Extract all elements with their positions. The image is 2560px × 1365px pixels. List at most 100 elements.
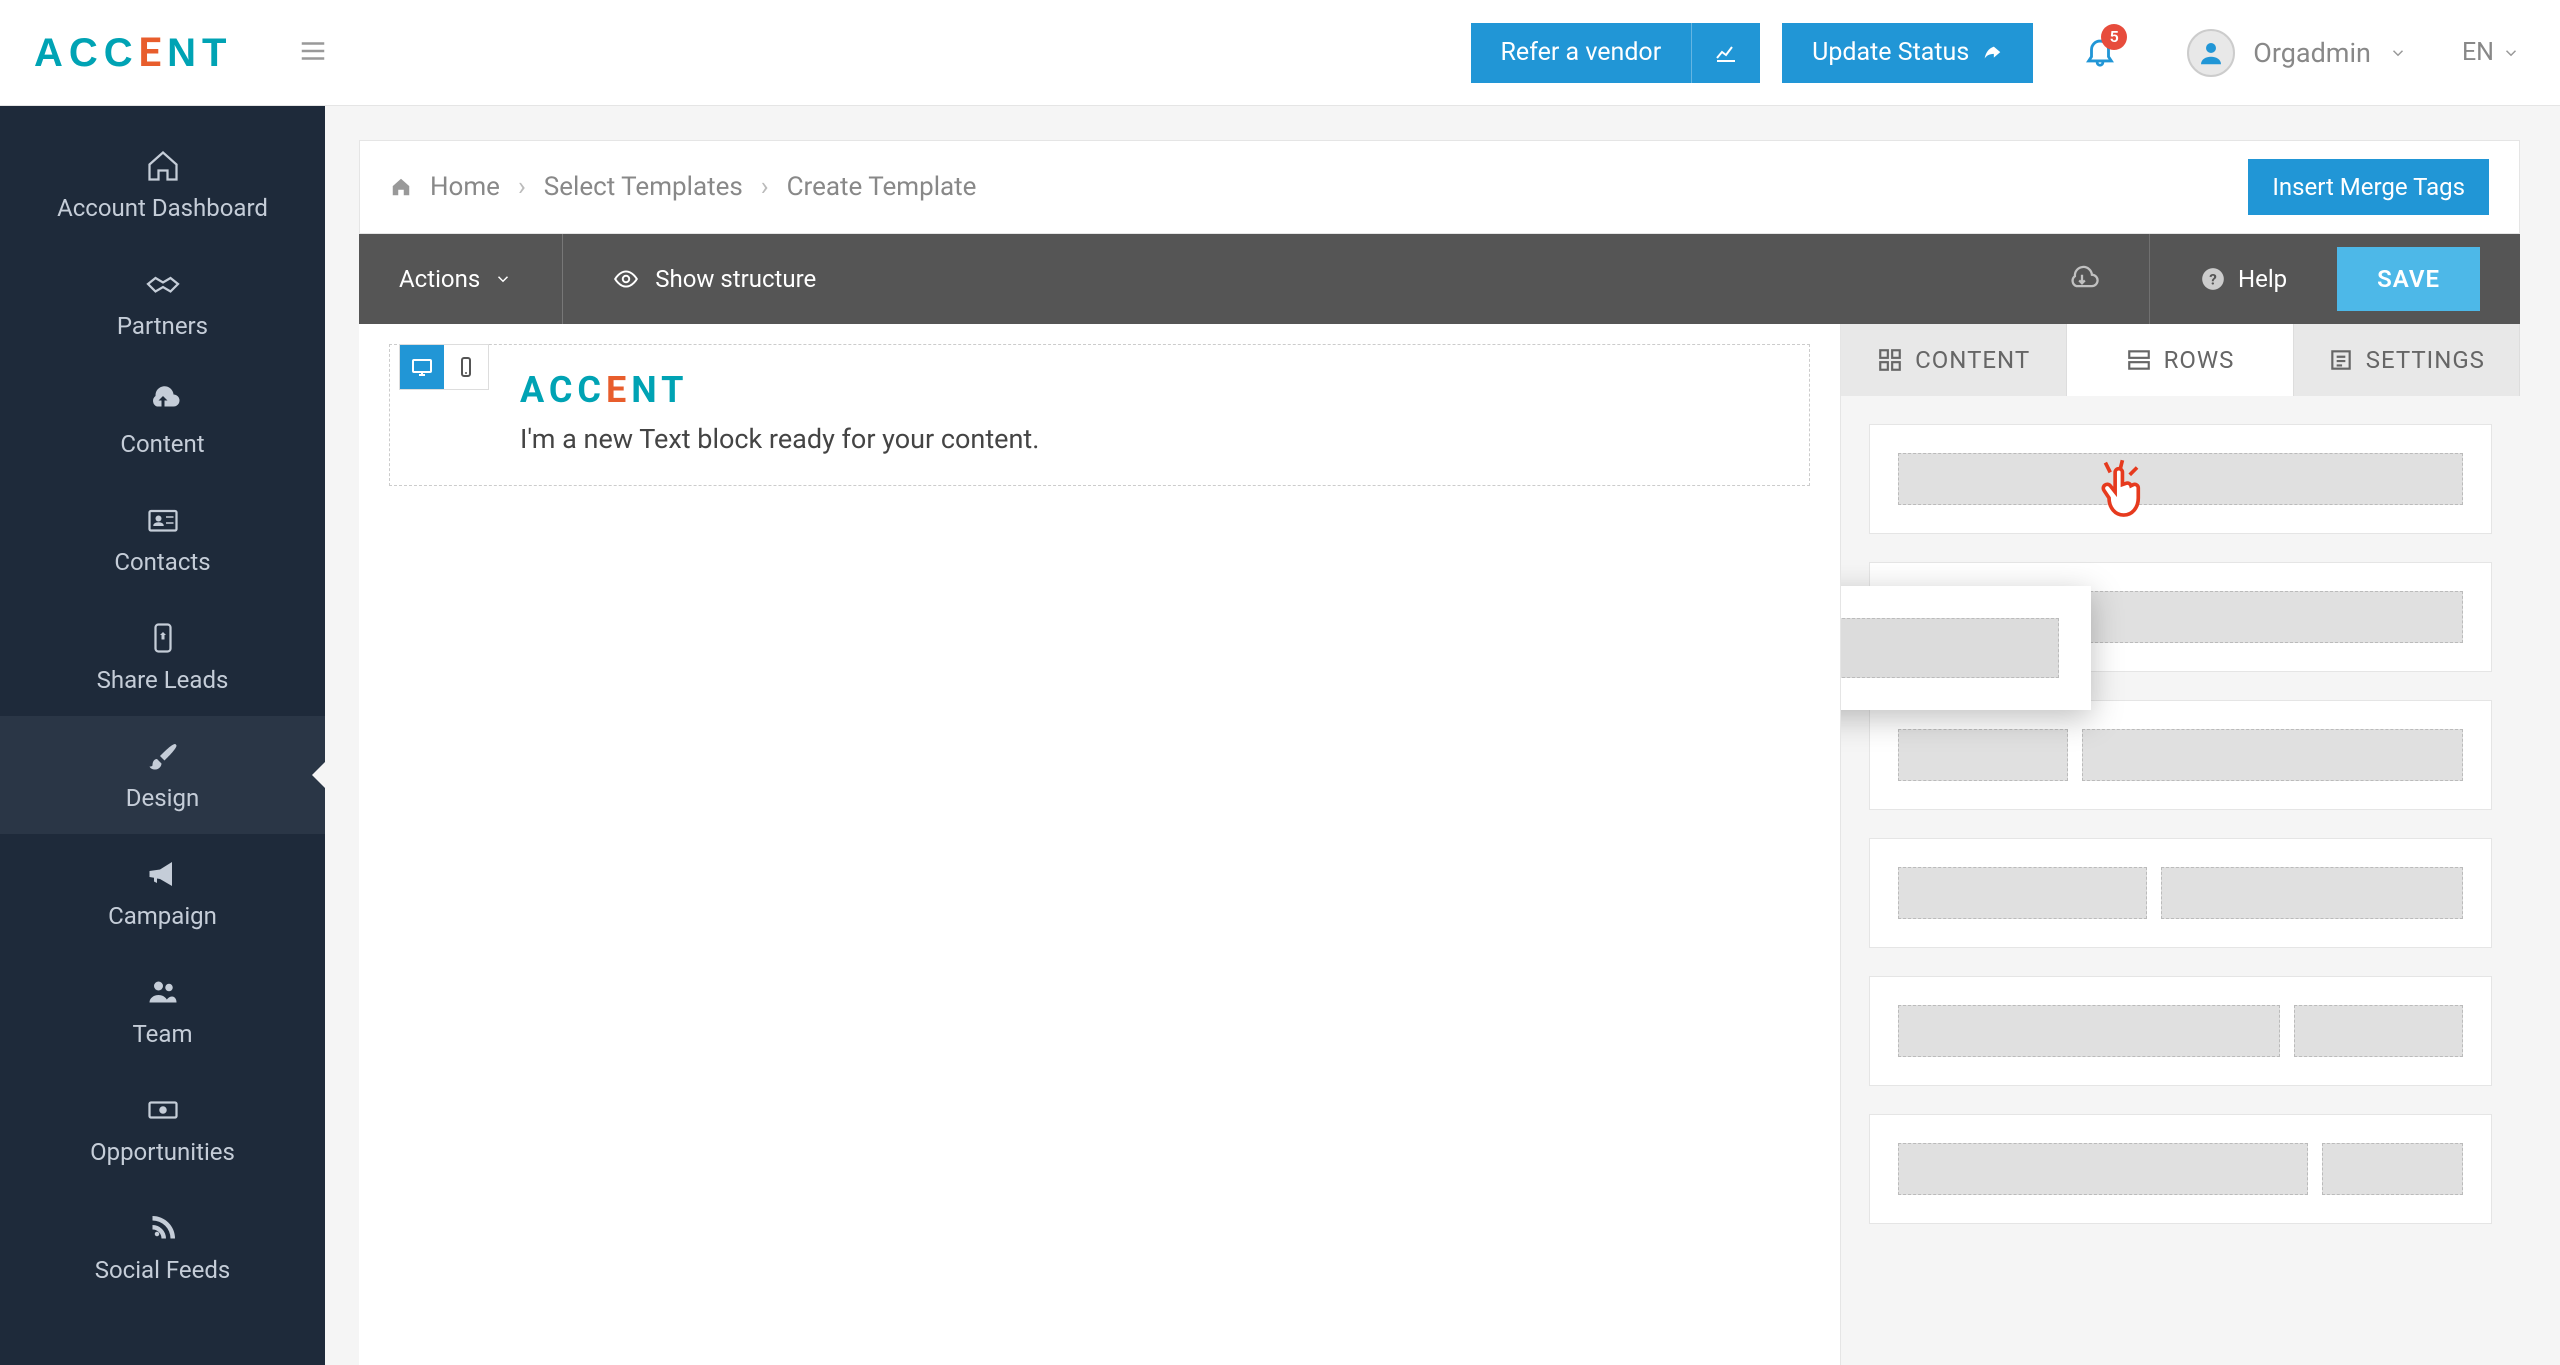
sidebar-item-design[interactable]: Design xyxy=(0,716,325,834)
tab-content[interactable]: CONTENT xyxy=(1841,324,2067,396)
row-layout-2col-wide-narrow[interactable] xyxy=(1869,976,2492,1086)
notification-badge: 5 xyxy=(2101,24,2127,50)
sidebar-label: Account Dashboard xyxy=(57,194,268,222)
sidebar-item-social-feeds[interactable]: Social Feeds xyxy=(0,1188,325,1306)
chart-icon xyxy=(1714,41,1738,65)
tab-label: SETTINGS xyxy=(2366,346,2485,374)
user-menu[interactable]: Orgadmin xyxy=(2187,29,2407,77)
update-status-label: Update Status xyxy=(1812,38,1969,67)
grid-icon xyxy=(1877,347,1903,373)
tab-rows[interactable]: ROWS xyxy=(2067,324,2293,396)
breadcrumb-home[interactable]: Home xyxy=(430,172,500,202)
sidebar-item-partners[interactable]: Partners xyxy=(0,244,325,362)
row-drag-ghost xyxy=(1840,586,2091,710)
sidebar-label: Social Feeds xyxy=(95,1256,231,1284)
top-bar: ACCENT Refer a vendor Update Status 5 Or… xyxy=(0,0,2560,106)
right-panel: CONTENT ROWS SETTINGS xyxy=(1840,324,2520,1365)
row-layout-1col[interactable] xyxy=(1869,424,2492,534)
help-button[interactable]: ? Help xyxy=(2200,265,2287,293)
sidebar-label: Campaign xyxy=(108,902,217,930)
eye-icon xyxy=(613,266,639,292)
show-structure-label: Show structure xyxy=(655,265,816,293)
desktop-view-button[interactable] xyxy=(400,345,444,389)
brush-icon xyxy=(145,738,181,774)
cloud-icon xyxy=(2065,262,2099,296)
placeholder-text-block[interactable]: I'm a new Text block ready for your cont… xyxy=(520,423,1779,455)
cloud-upload-icon xyxy=(145,384,181,420)
actions-label: Actions xyxy=(399,265,480,293)
editor-toolbar: Actions Show structure ? Help SAVE xyxy=(359,234,2520,324)
settings-icon xyxy=(2328,347,2354,373)
sidebar-item-contacts[interactable]: Contacts xyxy=(0,480,325,598)
notifications-button[interactable]: 5 xyxy=(2083,34,2117,72)
tab-settings[interactable]: SETTINGS xyxy=(2294,324,2520,396)
refer-vendor-chart-button[interactable] xyxy=(1692,23,1760,83)
share-leads-icon xyxy=(145,620,181,656)
language-label: EN xyxy=(2462,38,2494,67)
insert-merge-tags-button[interactable]: Insert Merge Tags xyxy=(2248,159,2489,215)
panel-tabs: CONTENT ROWS SETTINGS xyxy=(1841,324,2520,396)
sidebar-item-opportunities[interactable]: Opportunities xyxy=(0,1070,325,1188)
help-icon: ? xyxy=(2200,266,2226,292)
chevron-down-icon xyxy=(494,270,512,288)
breadcrumb-current: Create Template xyxy=(787,172,977,202)
row-layout-2col-44-56[interactable] xyxy=(1869,838,2492,948)
sidebar-label: Partners xyxy=(117,312,208,340)
sidebar-label: Share Leads xyxy=(97,666,229,694)
handshake-icon xyxy=(145,266,181,302)
actions-dropdown[interactable]: Actions xyxy=(399,234,563,324)
sidebar-item-content[interactable]: Content xyxy=(0,362,325,480)
sidebar-label: Team xyxy=(133,1020,193,1048)
canvas-content-block[interactable]: ACCENT I'm a new Text block ready for yo… xyxy=(389,344,1810,486)
click-cursor-icon xyxy=(2081,448,2159,530)
users-icon xyxy=(145,974,181,1010)
avatar xyxy=(2187,29,2235,77)
breadcrumb-select-templates[interactable]: Select Templates xyxy=(544,172,743,202)
editor-body: ACCENT I'm a new Text block ready for yo… xyxy=(359,324,2520,1365)
bullhorn-icon xyxy=(145,856,181,892)
main-area: Home › Select Templates › Create Templat… xyxy=(325,106,2560,1365)
rows-list xyxy=(1841,396,2520,1252)
update-status-button[interactable]: Update Status xyxy=(1782,23,2033,83)
device-toggle xyxy=(399,344,489,390)
refer-vendor-group: Refer a vendor xyxy=(1471,23,1761,83)
sidebar: Account Dashboard Partners Content Conta… xyxy=(0,106,325,1365)
chevron-down-icon xyxy=(2389,44,2407,62)
help-label: Help xyxy=(2238,265,2287,293)
user-name-label: Orgadmin xyxy=(2253,37,2371,69)
brand-logo: ACCENT xyxy=(34,29,233,76)
sidebar-item-account-dashboard[interactable]: Account Dashboard xyxy=(0,126,325,244)
sidebar-item-share-leads[interactable]: Share Leads xyxy=(0,598,325,716)
row-layout-2col-equal[interactable] xyxy=(1869,700,2492,810)
share-arrow-icon xyxy=(1981,42,2003,64)
tab-label: ROWS xyxy=(2164,346,2235,374)
tab-label: CONTENT xyxy=(1915,346,2030,374)
money-icon xyxy=(145,1092,181,1128)
mobile-icon xyxy=(454,355,478,379)
breadcrumb-bar: Home › Select Templates › Create Templat… xyxy=(359,140,2520,234)
hamburger-icon[interactable] xyxy=(298,36,328,70)
rows-icon xyxy=(2126,347,2152,373)
show-structure-toggle[interactable]: Show structure xyxy=(613,265,816,293)
home-icon xyxy=(390,176,412,198)
home-icon xyxy=(145,148,181,184)
sidebar-item-campaign[interactable]: Campaign xyxy=(0,834,325,952)
user-icon xyxy=(2196,38,2226,68)
sidebar-item-team[interactable]: Team xyxy=(0,952,325,1070)
sidebar-label: Contacts xyxy=(114,548,210,576)
breadcrumb: Home › Select Templates › Create Templat… xyxy=(390,172,976,202)
save-button[interactable]: SAVE xyxy=(2337,247,2480,311)
desktop-icon xyxy=(410,355,434,379)
id-card-icon xyxy=(145,502,181,538)
row-layout-2col-75-25[interactable] xyxy=(1869,1114,2492,1224)
sidebar-label: Content xyxy=(120,430,204,458)
chevron-down-icon xyxy=(2502,44,2520,62)
cloud-sync-button[interactable] xyxy=(2065,234,2150,324)
svg-text:?: ? xyxy=(2209,270,2217,288)
rss-icon xyxy=(145,1210,181,1246)
refer-vendor-button[interactable]: Refer a vendor xyxy=(1471,23,1693,83)
mobile-view-button[interactable] xyxy=(444,345,488,389)
language-selector[interactable]: EN xyxy=(2462,38,2520,67)
content-logo: ACCENT xyxy=(520,369,1779,411)
canvas-area[interactable]: ACCENT I'm a new Text block ready for yo… xyxy=(359,324,1840,1365)
